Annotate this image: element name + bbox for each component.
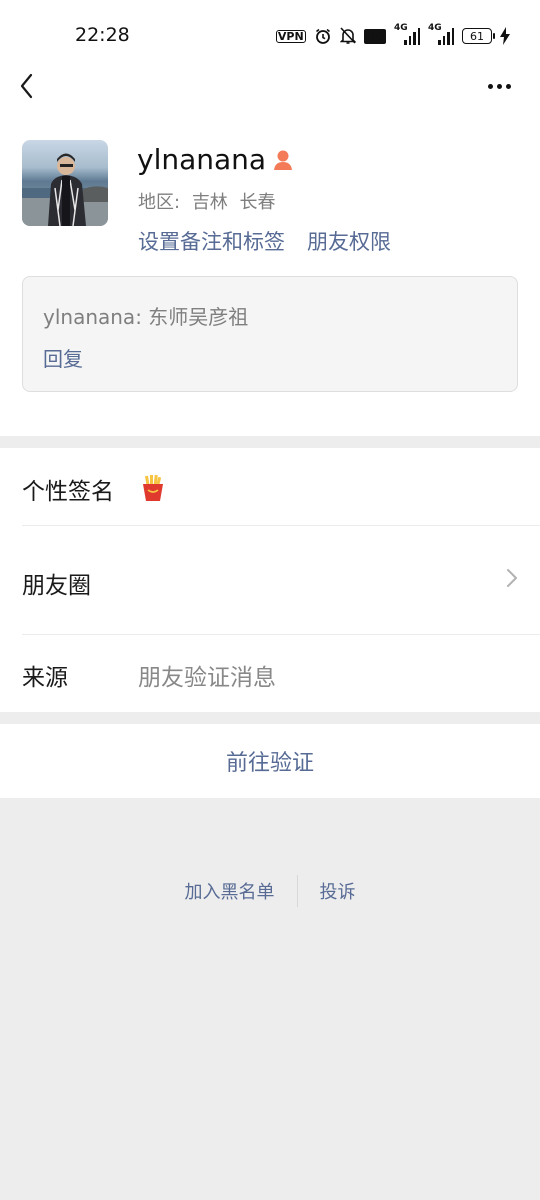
request-message-text: ylnanana: 东师吴彦祖 <box>43 305 249 329</box>
source-label: 来源 <box>22 665 68 691</box>
moments-label: 朋友圈 <box>22 573 91 599</box>
fries-emoji-icon <box>143 474 163 501</box>
region-label: 地区: <box>138 192 181 213</box>
avatar[interactable] <box>22 140 108 226</box>
region-city: 长春 <box>239 192 276 213</box>
avatar-photo <box>22 153 108 226</box>
more-button[interactable] <box>488 78 518 94</box>
hd-icon: HD <box>363 28 386 44</box>
battery-icon: 61 <box>462 28 495 44</box>
status-icons: VPN HD 4G 4G 61 <box>275 23 510 48</box>
chevron-left-icon <box>20 73 33 99</box>
region: 地区: 吉林 长春 <box>138 188 276 214</box>
profile-section: ylnanana 地区: 吉林 长春 设置备注和标签 朋友权限 ylnanana… <box>0 70 540 436</box>
region-province: 吉林 <box>191 192 228 213</box>
profile-actions: 设置备注和标签 朋友权限 <box>138 226 391 256</box>
request-message-box: ylnanana: 东师吴彦祖 回复 <box>22 276 518 392</box>
moments-row[interactable]: 朋友圈 <box>0 526 540 634</box>
signature-label: 个性签名 <box>22 479 114 505</box>
status-time: 22:28 <box>75 24 130 46</box>
set-remark-link[interactable]: 设置备注和标签 <box>138 226 285 256</box>
vpn-icon: VPN <box>275 29 306 43</box>
info-section: 个性签名 朋友圈 来源 朋友验证消息 <box>0 448 540 712</box>
verify-button[interactable]: 前往验证 <box>226 745 314 777</box>
source-value: 朋友验证消息 <box>138 665 276 691</box>
bell-off-icon <box>339 27 356 45</box>
signal-4g-icon: 4G <box>394 23 420 45</box>
back-button[interactable] <box>14 70 44 106</box>
complain-link[interactable]: 投诉 <box>298 878 378 904</box>
signature-row: 个性签名 <box>0 448 540 526</box>
profile-name-text: ylnanana <box>137 143 267 176</box>
profile-name: ylnanana <box>137 143 294 176</box>
footer-links: 加入黑名单 投诉 <box>0 874 540 908</box>
alarm-icon <box>314 27 332 45</box>
reply-link[interactable]: 回复 <box>43 343 83 372</box>
female-icon <box>274 150 293 170</box>
status-bar: 22:28 VPN HD 4G 4G 61 <box>0 0 540 70</box>
verify-section: 前往验证 <box>0 724 540 798</box>
charging-icon <box>500 27 510 45</box>
chevron-right-icon <box>507 569 517 587</box>
signal-4g-icon: 4G <box>428 23 454 45</box>
blacklist-link[interactable]: 加入黑名单 <box>163 878 297 904</box>
friend-permission-link[interactable]: 朋友权限 <box>307 226 391 256</box>
more-horizontal-icon <box>488 83 493 89</box>
